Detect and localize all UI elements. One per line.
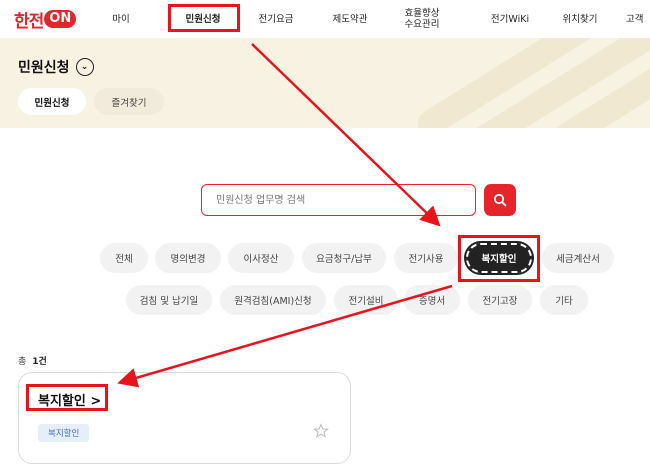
tab-favorites[interactable]: 즐겨찾기 bbox=[94, 88, 164, 115]
logo-text: 한전 bbox=[14, 11, 44, 32]
category-badge: 복지할인 bbox=[38, 424, 90, 442]
chip-billing-payment[interactable]: 요금청구/납부 bbox=[302, 243, 386, 273]
chevron-down-icon[interactable]: ⌄ bbox=[75, 58, 94, 76]
page-title[interactable]: 민원신청 ⌄ bbox=[18, 57, 94, 77]
logo-on-badge: ON bbox=[44, 10, 77, 28]
nav-wiki[interactable]: 전기WiKi bbox=[480, 0, 540, 38]
search-button[interactable] bbox=[484, 184, 516, 216]
nav-customer[interactable]: 고객 bbox=[626, 0, 650, 38]
highlight-chip-box bbox=[458, 235, 540, 282]
chip-electricity-use[interactable]: 전기사용 bbox=[394, 243, 458, 273]
chip-certificate[interactable]: 증명서 bbox=[404, 285, 460, 315]
tab-civil-application[interactable]: 민원신청 bbox=[18, 88, 86, 115]
chip-name-change[interactable]: 명의변경 bbox=[155, 243, 221, 273]
highlight-card-title-box bbox=[26, 384, 108, 411]
chip-facilities[interactable]: 전기설비 bbox=[334, 285, 398, 315]
chip-meter-reading-due[interactable]: 검침 및 납기일 bbox=[126, 285, 212, 315]
favorite-star-icon[interactable] bbox=[313, 423, 329, 443]
chip-tax-invoice[interactable]: 세금계산서 bbox=[542, 243, 614, 273]
chip-etc[interactable]: 기타 bbox=[540, 285, 588, 315]
page-banner bbox=[0, 38, 650, 128]
chip-remote-metering[interactable]: 원격검침(AMI)신청 bbox=[220, 285, 326, 315]
nav-efficiency[interactable]: 효율향상 수요관리 bbox=[396, 0, 448, 38]
nav-location[interactable]: 위치찾기 bbox=[552, 0, 608, 38]
nav-my[interactable]: 마이 bbox=[100, 0, 142, 38]
chip-failure[interactable]: 전기고장 bbox=[468, 285, 532, 315]
chip-all[interactable]: 전체 bbox=[100, 243, 148, 273]
nav-terms[interactable]: 제도약관 bbox=[320, 0, 380, 38]
highlight-nav-box bbox=[168, 4, 240, 32]
search-input[interactable] bbox=[201, 184, 476, 216]
top-header: 한전 ON 마이 민원신청 전기요금 제도약관 효율향상 수요관리 전기WiKi… bbox=[0, 0, 650, 38]
result-count: 총 1건 bbox=[18, 357, 47, 367]
search-icon bbox=[493, 193, 507, 207]
nav-electricity-fee[interactable]: 전기요금 bbox=[246, 0, 306, 38]
kepco-on-logo[interactable]: 한전 ON bbox=[14, 8, 77, 32]
chip-moving-settlement[interactable]: 이사정산 bbox=[228, 243, 294, 273]
